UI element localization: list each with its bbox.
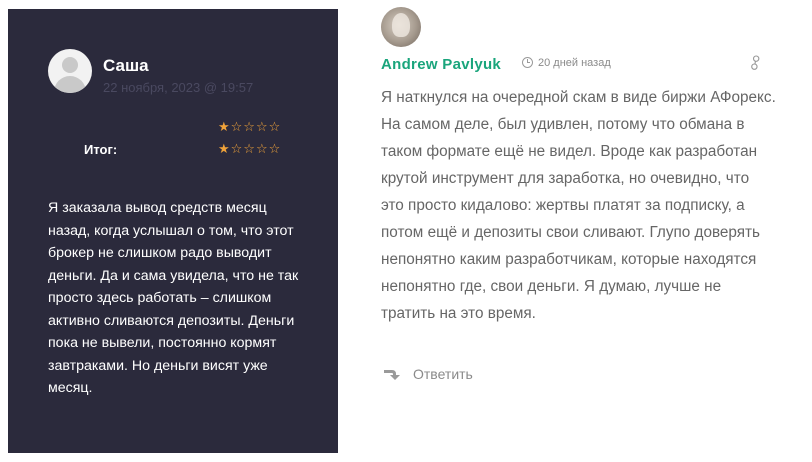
comment-author[interactable]: Andrew Pavlyuk (381, 56, 501, 73)
reply-button[interactable]: Ответить (383, 366, 473, 382)
total-label: Итог: (84, 142, 118, 157)
comment-time[interactable]: 20 дней назад (538, 57, 611, 69)
link-icon[interactable]: ☍ (744, 51, 768, 75)
commenter-avatar[interactable] (381, 7, 421, 47)
avatar-photo-figure (392, 13, 410, 37)
reply-label: Ответить (413, 366, 473, 382)
avatar-placeholder (48, 49, 92, 93)
review-author: Саша (103, 56, 149, 75)
total-rating-stars: ★☆☆☆☆ (218, 141, 282, 156)
review-card: Саша 22 ноября, 2023 @ 19:57 ★☆☆☆☆ Итог:… (8, 9, 338, 453)
clock-icon (522, 57, 533, 68)
avatar-head-shape (62, 57, 78, 73)
review-date: 22 ноября, 2023 @ 19:57 (103, 80, 254, 95)
rating-stars: ★☆☆☆☆ (218, 119, 282, 134)
review-text: Я заказала вывод средств месяц назад, ко… (48, 200, 299, 396)
reply-arrow-icon (384, 370, 400, 380)
avatar-body-shape (54, 76, 86, 93)
comment-text: Я наткнулся на очередной скам в виде бир… (381, 89, 776, 322)
